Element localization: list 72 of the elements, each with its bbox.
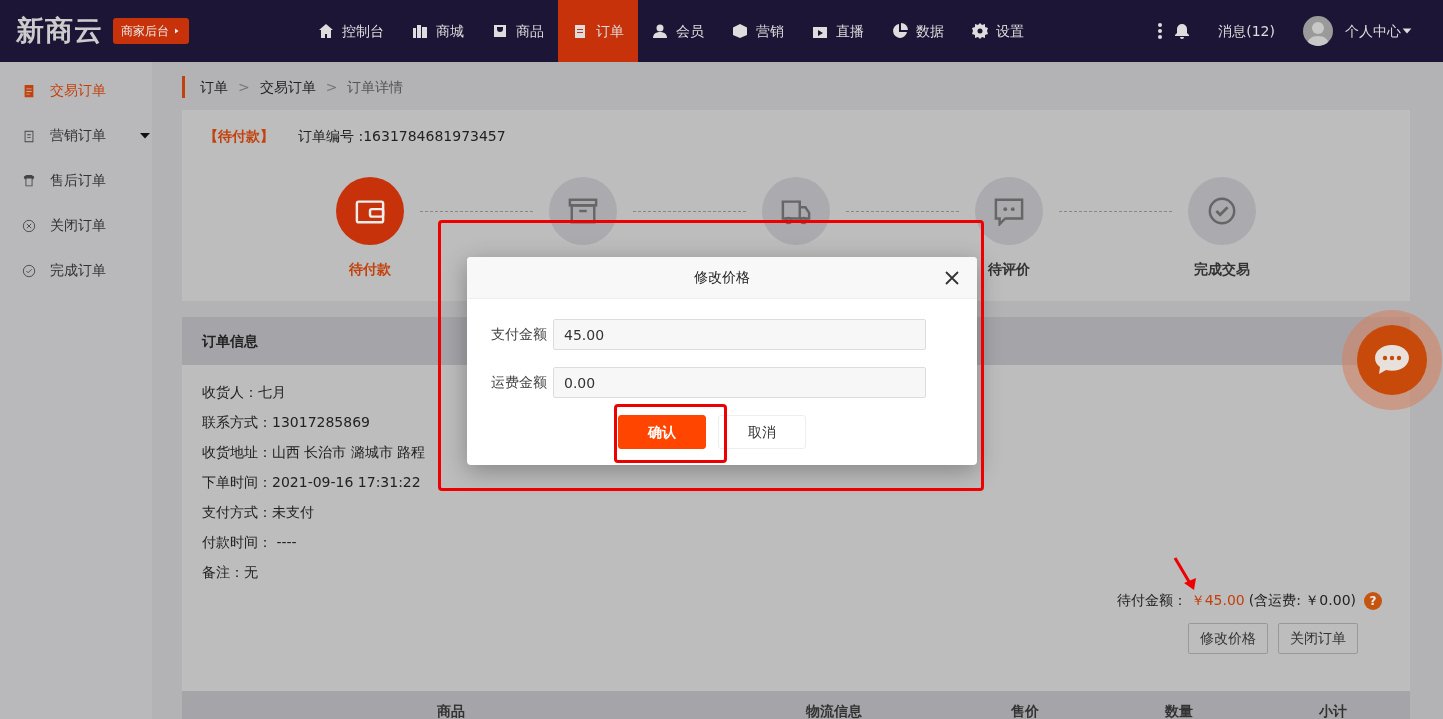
step-label: 待评价 — [988, 260, 1030, 279]
info-line: 收货地址：山西 长治市 潞城市 路程 — [202, 443, 426, 462]
list-icon — [22, 83, 36, 98]
nav-tab[interactable]: 数据 — [878, 0, 958, 62]
bag-icon — [492, 23, 508, 39]
dialog-title: 修改价格 — [694, 268, 750, 287]
logo: 新商云 — [16, 13, 103, 49]
field-label: 运费金额 — [491, 373, 547, 392]
more-icon — [1158, 23, 1163, 39]
input-field[interactable]: 0.00 — [553, 367, 926, 398]
shipping-note: (含运费: ￥0.00) — [1248, 591, 1356, 610]
switch-button[interactable]: 商家后台 — [113, 18, 189, 44]
nav-tab[interactable]: 设置 — [958, 0, 1038, 62]
clipboard-icon — [22, 128, 36, 143]
nav-tab[interactable]: 会员 — [638, 0, 718, 62]
breadcrumb-current: 订单详情 — [347, 77, 404, 97]
breadcrumb-link[interactable]: 交易订单 — [259, 76, 316, 98]
caret-icon — [173, 26, 181, 36]
help-icon[interactable]: ? — [1364, 591, 1382, 610]
cancel-button[interactable]: 取消 — [718, 415, 806, 449]
user-menu[interactable]: 个人中心 — [1345, 20, 1413, 42]
messages-link[interactable]: 消息(12) — [1218, 20, 1275, 42]
caret-icon — [1401, 26, 1413, 36]
info-line: 支付方式：未支付 — [202, 503, 314, 522]
caret-icon — [138, 130, 152, 141]
info-line: 收货人：七月 — [202, 383, 286, 402]
clipboard-icon — [572, 23, 588, 39]
settings-icon — [972, 23, 988, 39]
order-status: 【待付款】 — [204, 127, 274, 146]
nav-tab[interactable]: 营销 — [718, 0, 798, 62]
check-circle-icon — [22, 263, 36, 278]
chat-icon — [994, 196, 1024, 226]
action-button[interactable]: 修改价格 — [1188, 623, 1268, 654]
info-line: 付款时间： ---- — [202, 533, 297, 552]
action-button[interactable]: 关闭订单 — [1278, 623, 1358, 654]
home-icon — [318, 23, 334, 39]
nav-tab[interactable]: 订单 — [558, 0, 638, 62]
field-label: 支付金额 — [491, 325, 547, 344]
column-header: 商品 — [436, 702, 466, 719]
sidebar-item[interactable]: 关闭订单 — [0, 203, 152, 248]
nav-tab[interactable]: 商品 — [478, 0, 558, 62]
pie-chart-icon — [892, 23, 908, 39]
total-amount: ￥45.00 — [1190, 591, 1245, 610]
sidebar-item[interactable]: 营销订单 — [0, 113, 152, 158]
cube-icon — [732, 23, 748, 39]
sidebar-item[interactable]: 售后订单 — [0, 158, 152, 203]
bell-icon — [1174, 23, 1191, 39]
breadcrumb-separator: > — [238, 77, 250, 97]
close-circle-icon — [22, 218, 36, 233]
column-header: 物流信息 — [804, 702, 863, 719]
breadcrumb-separator: > — [325, 77, 338, 97]
column-header: 小计 — [1318, 702, 1348, 719]
breadcrumb-link[interactable]: 订单 — [200, 76, 228, 98]
building-icon — [412, 23, 428, 39]
column-header: 售价 — [1010, 702, 1040, 719]
avatar-icon — [1303, 16, 1333, 46]
total-label: 待付金额： — [1116, 591, 1187, 610]
nav-tab[interactable]: 控制台 — [304, 0, 398, 62]
nav-tab[interactable]: 商城 — [398, 0, 478, 62]
info-line: 下单时间：2021-09-16 17:31:22 — [202, 473, 421, 492]
close-icon[interactable] — [945, 271, 959, 285]
user-icon — [652, 23, 668, 39]
info-line: 联系方式：13017285869 — [202, 413, 370, 432]
nav-tab[interactable]: 直播 — [798, 0, 878, 62]
check-circle-icon — [1207, 196, 1237, 226]
info-line: 备注：无 — [202, 563, 258, 582]
column-header: 数量 — [1164, 702, 1194, 719]
input-field[interactable]: 45.00 — [553, 319, 926, 350]
order-number: 订单编号 :1631784681973457 — [298, 127, 506, 146]
step-label: 完成交易 — [1194, 260, 1250, 279]
sidebar-item[interactable]: 完成订单 — [0, 248, 152, 293]
step-label: 待付款 — [349, 260, 391, 279]
